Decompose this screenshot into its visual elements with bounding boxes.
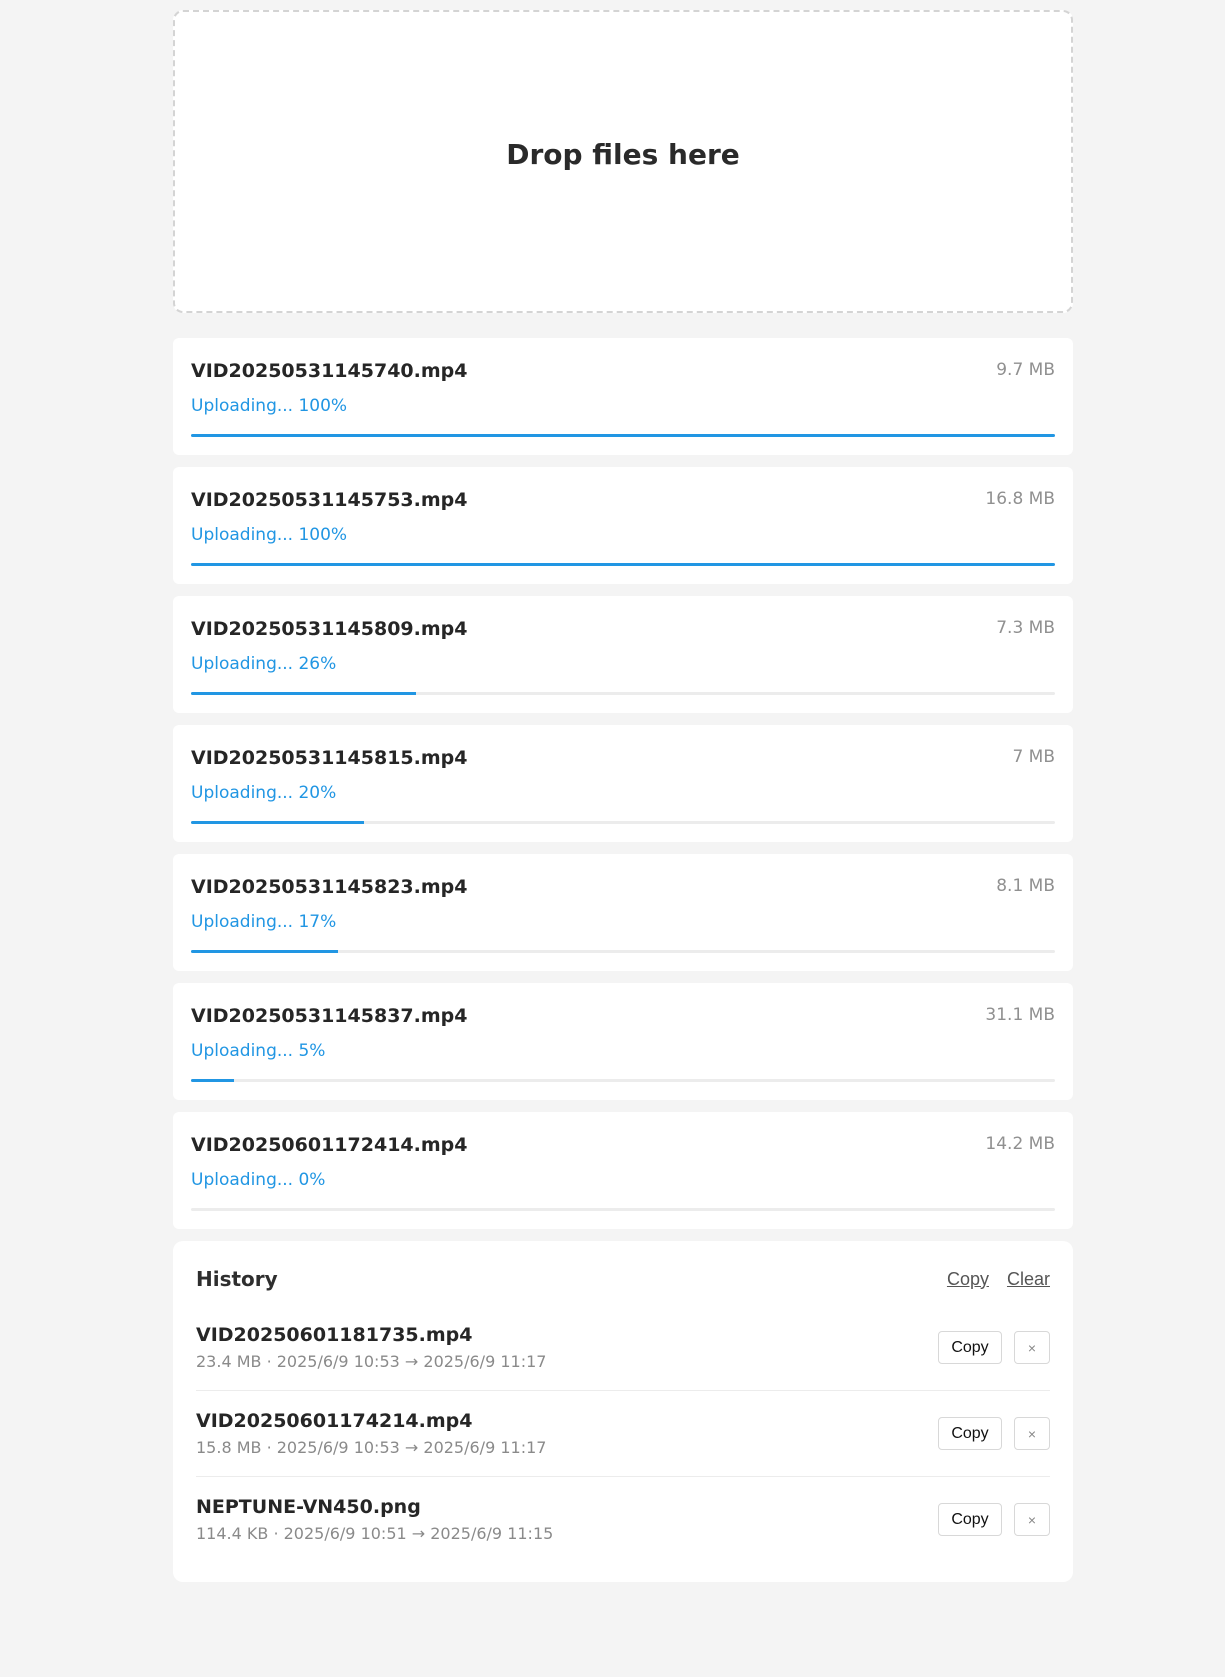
progress-fill [191, 821, 364, 824]
history-item-info: VID20250601174214.mp4 15.8 MB · 2025/6/9… [196, 1410, 546, 1457]
history-file-name: VID20250601174214.mp4 [196, 1410, 473, 1432]
file-size: 7.3 MB [996, 618, 1055, 638]
file-size: 7 MB [1012, 747, 1055, 767]
upload-status: Uploading... 26% [191, 654, 337, 674]
copy-all-link[interactable]: Copy [947, 1269, 989, 1290]
progress-bar [191, 692, 1055, 695]
upload-status: Uploading... 17% [191, 912, 337, 932]
progress-fill [191, 950, 338, 953]
progress-bar [191, 821, 1055, 824]
history-file-name: VID20250601181735.mp4 [196, 1324, 473, 1346]
history-header: History Copy Clear [196, 1267, 1050, 1291]
dropzone[interactable]: Drop files here [173, 10, 1073, 313]
copy-button[interactable]: Copy [938, 1331, 1002, 1364]
upload-item: VID20250531145809.mp4 7.3 MB Uploading..… [173, 596, 1073, 713]
history-title: History [196, 1267, 278, 1291]
file-size: 31.1 MB [985, 1005, 1055, 1025]
history-item-info: VID20250601181735.mp4 23.4 MB · 2025/6/9… [196, 1324, 546, 1371]
upload-item: VID20250531145815.mp4 7 MB Uploading... … [173, 725, 1073, 842]
upload-status: Uploading... 0% [191, 1170, 326, 1190]
file-name: VID20250531145823.mp4 [191, 876, 468, 898]
upload-list: VID20250531145740.mp4 9.7 MB Uploading..… [173, 338, 1073, 1229]
close-icon: × [1027, 1511, 1037, 1528]
progress-bar [191, 950, 1055, 953]
file-size: 9.7 MB [996, 360, 1055, 380]
upload-item: VID20250531145837.mp4 31.1 MB Uploading.… [173, 983, 1073, 1100]
remove-button[interactable]: × [1014, 1417, 1050, 1450]
progress-fill [191, 434, 1055, 437]
remove-button[interactable]: × [1014, 1503, 1050, 1536]
progress-bar [191, 434, 1055, 437]
history-item: NEPTUNE-VN450.png 114.4 KB · 2025/6/9 10… [196, 1477, 1050, 1562]
file-name: VID20250531145809.mp4 [191, 618, 468, 640]
upload-item: VID20250601172414.mp4 14.2 MB Uploading.… [173, 1112, 1073, 1229]
upload-status: Uploading... 100% [191, 525, 348, 545]
progress-fill [191, 1079, 235, 1082]
progress-bar [191, 1079, 1055, 1082]
history-item: VID20250601181735.mp4 23.4 MB · 2025/6/9… [196, 1305, 1050, 1391]
history-item: VID20250601174214.mp4 15.8 MB · 2025/6/9… [196, 1391, 1050, 1477]
history-file-name: NEPTUNE-VN450.png [196, 1496, 421, 1518]
upload-item: VID20250531145823.mp4 8.1 MB Uploading..… [173, 854, 1073, 971]
close-icon: × [1027, 1339, 1037, 1356]
progress-bar [191, 1208, 1055, 1211]
history-item-actions: Copy × [938, 1331, 1050, 1364]
file-name: VID20250531145753.mp4 [191, 489, 468, 511]
progress-fill [191, 692, 416, 695]
progress-fill [191, 563, 1055, 566]
file-name: VID20250531145740.mp4 [191, 360, 468, 382]
progress-bar [191, 563, 1055, 566]
history-file-meta: 15.8 MB · 2025/6/9 10:53 → 2025/6/9 11:1… [196, 1438, 547, 1457]
upload-item: VID20250531145753.mp4 16.8 MB Uploading.… [173, 467, 1073, 584]
remove-button[interactable]: × [1014, 1331, 1050, 1364]
upload-status: Uploading... 5% [191, 1041, 326, 1061]
file-size: 14.2 MB [985, 1134, 1055, 1154]
copy-button[interactable]: Copy [938, 1417, 1002, 1450]
dropzone-title: Drop files here [506, 138, 740, 171]
file-name: VID20250531145815.mp4 [191, 747, 468, 769]
history-file-meta: 114.4 KB · 2025/6/9 10:51 → 2025/6/9 11:… [196, 1524, 554, 1543]
history-actions: Copy Clear [947, 1269, 1050, 1290]
uploader: Drop files here VID20250531145740.mp4 9.… [173, 10, 1073, 1582]
history-item-actions: Copy × [938, 1503, 1050, 1536]
history-item-actions: Copy × [938, 1417, 1050, 1450]
history-item-info: NEPTUNE-VN450.png 114.4 KB · 2025/6/9 10… [196, 1496, 553, 1543]
copy-button[interactable]: Copy [938, 1503, 1002, 1536]
history-file-meta: 23.4 MB · 2025/6/9 10:53 → 2025/6/9 11:1… [196, 1352, 547, 1371]
clear-history-link[interactable]: Clear [1007, 1269, 1050, 1290]
file-size: 16.8 MB [985, 489, 1055, 509]
file-size: 8.1 MB [996, 876, 1055, 896]
upload-status: Uploading... 100% [191, 396, 348, 416]
upload-item: VID20250531145740.mp4 9.7 MB Uploading..… [173, 338, 1073, 455]
file-name: VID20250601172414.mp4 [191, 1134, 468, 1156]
file-name: VID20250531145837.mp4 [191, 1005, 468, 1027]
history-panel: History Copy Clear VID20250601181735.mp4… [173, 1241, 1073, 1582]
close-icon: × [1027, 1425, 1037, 1442]
upload-status: Uploading... 20% [191, 783, 337, 803]
